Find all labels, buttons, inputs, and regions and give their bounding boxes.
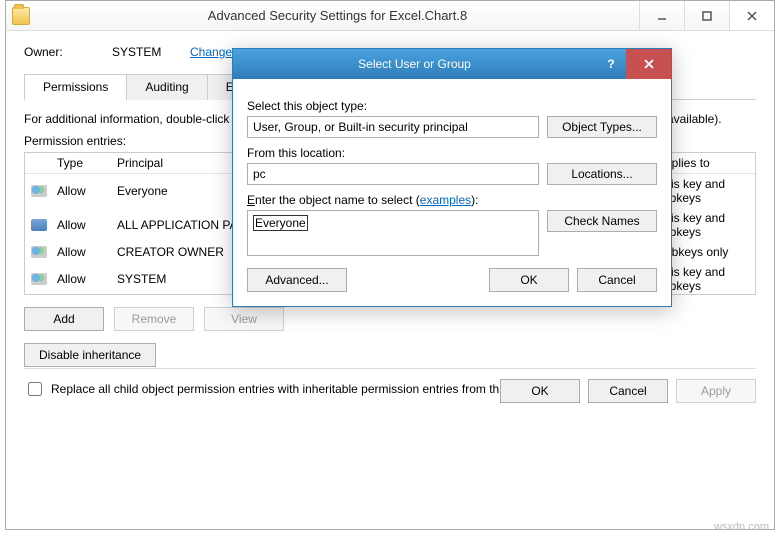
tab-auditing[interactable]: Auditing [126,74,207,100]
cancel-button[interactable]: Cancel [588,379,668,403]
object-name-label: Enter the object name to select (example… [247,193,657,207]
folder-icon [12,7,30,25]
object-type-field[interactable]: User, Group, or Built-in security princi… [247,116,539,138]
location-label: From this location: [247,146,657,160]
titlebar: Advanced Security Settings for Excel.Cha… [6,1,774,31]
dialog-close-button[interactable] [626,49,671,79]
add-button[interactable]: Add [24,307,104,331]
object-type-label: Select this object type: [247,99,657,113]
change-owner-link[interactable]: Change [190,45,232,59]
advanced-button[interactable]: Advanced... [247,268,347,292]
maximize-button[interactable] [684,1,729,30]
cell-type: Allow [51,242,111,262]
apply-button[interactable]: Apply [676,379,756,403]
help-button[interactable]: ? [596,57,626,71]
package-icon [31,219,47,231]
col-type[interactable]: Type [51,153,111,173]
window-title: Advanced Security Settings for Excel.Cha… [36,8,639,23]
dialog-ok-button[interactable]: OK [489,268,569,292]
disable-inheritance-button[interactable]: Disable inheritance [24,343,156,367]
users-icon [31,185,47,197]
check-names-button[interactable]: Check Names [547,210,657,232]
tab-permissions[interactable]: Permissions [24,74,127,100]
examples-link[interactable]: examples [420,193,471,207]
cell-type: Allow [51,181,111,201]
location-field[interactable]: pc [247,163,539,185]
object-types-button[interactable]: Object Types... [547,116,657,138]
select-user-dialog: Select User or Group ? Select this objec… [232,48,672,307]
source-watermark: wsxdn.com [714,521,769,533]
cell-type: Allow [51,269,111,289]
minimize-button[interactable] [639,1,684,30]
dialog-title: Select User or Group [233,57,596,71]
users-icon [31,246,47,258]
close-button[interactable] [729,1,774,30]
remove-button[interactable]: Remove [114,307,194,331]
users-icon [31,273,47,285]
view-button[interactable]: View [204,307,284,331]
object-name-input[interactable]: Everyone [247,210,539,256]
ok-button[interactable]: OK [500,379,580,403]
owner-label: Owner: [24,45,104,59]
dialog-titlebar: Select User or Group ? [233,49,671,79]
dialog-cancel-button[interactable]: Cancel [577,268,657,292]
owner-value: SYSTEM [112,45,182,59]
cell-type: Allow [51,215,111,235]
locations-button[interactable]: Locations... [547,163,657,185]
